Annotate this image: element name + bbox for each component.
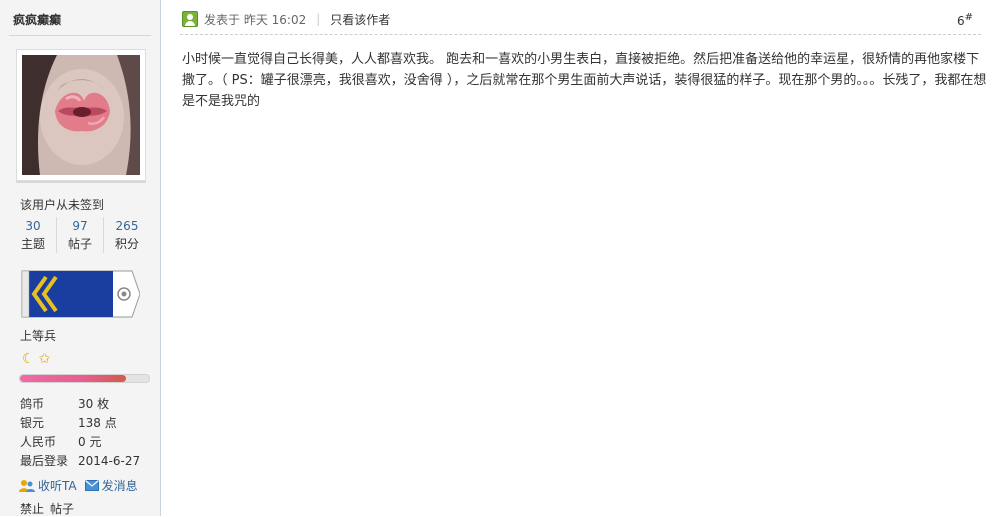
stat-posts[interactable]: 97 帖子: [56, 217, 103, 253]
avatar-image: [22, 55, 140, 175]
rank-badge-icon: [20, 269, 141, 322]
info-value: 2014-6-27: [78, 454, 141, 468]
stat-posts-label: 帖子: [67, 237, 92, 251]
rank-icons: ☾ ✩: [22, 351, 50, 367]
info-key: 人民币: [20, 435, 57, 449]
stat-points-value[interactable]: 265: [104, 217, 150, 235]
level-progress-bar: [19, 374, 150, 383]
ban-user-link[interactable]: 禁止: [20, 500, 44, 517]
info-value: 0 元: [78, 435, 102, 449]
rank-name: 上等兵: [20, 329, 57, 343]
info-row: 银元 138 点: [20, 414, 155, 433]
envelope-icon: [84, 480, 99, 491]
user-actions: 收听TA 发消息: [19, 477, 138, 494]
stat-points[interactable]: 265 积分: [103, 217, 150, 253]
level-progress-fill: [20, 375, 126, 382]
moon-icon: ☾: [22, 351, 35, 367]
star-icon: ✩: [38, 351, 51, 367]
send-message-label: 发消息: [101, 479, 138, 493]
post-main: 发表于 昨天 16:02 | 只看该作者 6# 小时候一直觉得自己长得美，人人都…: [162, 0, 1005, 516]
online-status-icon: [182, 11, 198, 27]
stat-topics-label: 主题: [20, 237, 45, 251]
avatar[interactable]: [22, 55, 140, 175]
post-content: 小时候一直觉得自己长得美，人人都喜欢我。 跑去和一喜欢的小男生表白，直接被拒绝。…: [182, 52, 987, 109]
info-value: 138 点: [78, 416, 117, 430]
post-header: 发表于 昨天 16:02 | 只看该作者: [182, 8, 982, 30]
info-row: 人民币 0 元: [20, 433, 155, 452]
divider: [180, 34, 981, 35]
post-time: 昨天 16:02: [243, 12, 307, 27]
author-only-link[interactable]: 只看该作者: [330, 11, 390, 28]
info-row: 最后登录 2014-6-27: [20, 452, 155, 471]
ban-posts-link[interactable]: 帖子: [50, 500, 74, 517]
user-stats: 30 主题 97 帖子 265 积分: [10, 217, 150, 253]
username[interactable]: 疯疯癫癫: [13, 11, 61, 28]
follow-label: 收听TA: [38, 479, 77, 493]
user-sidebar: 疯疯癫癫 该用户从未签到 30 主题 97 帖子 265 积分 上等兵 ☾ ✩ …: [0, 0, 161, 516]
admin-actions: 禁止 帖子: [20, 500, 74, 517]
info-key: 银元: [20, 416, 45, 430]
send-message-button[interactable]: 发消息: [84, 477, 138, 494]
info-value: 30 枚: [78, 397, 110, 411]
stat-topics-value[interactable]: 30: [10, 217, 56, 235]
stat-posts-value[interactable]: 97: [57, 217, 103, 235]
user-info: 鸽币 30 枚 银元 138 点 人民币 0 元 最后登录 2014-6-27: [20, 395, 155, 471]
posted-label: 发表于: [204, 12, 241, 27]
divider: [9, 35, 151, 36]
info-key: 最后登录: [20, 454, 69, 468]
floor-mark: #: [964, 12, 973, 23]
signin-status: 该用户从未签到: [20, 198, 105, 212]
avatar-frame: [16, 49, 146, 181]
stat-points-label: 积分: [114, 237, 139, 251]
floor-number[interactable]: 6#: [957, 12, 973, 28]
info-row: 鸽币 30 枚: [20, 395, 155, 414]
follow-button[interactable]: 收听TA: [19, 477, 77, 494]
info-key: 鸽币: [20, 397, 45, 411]
floor-number-value[interactable]: 6: [957, 14, 965, 28]
divider: |: [316, 12, 321, 26]
users-icon: [19, 479, 35, 492]
stat-topics[interactable]: 30 主题: [10, 217, 56, 253]
